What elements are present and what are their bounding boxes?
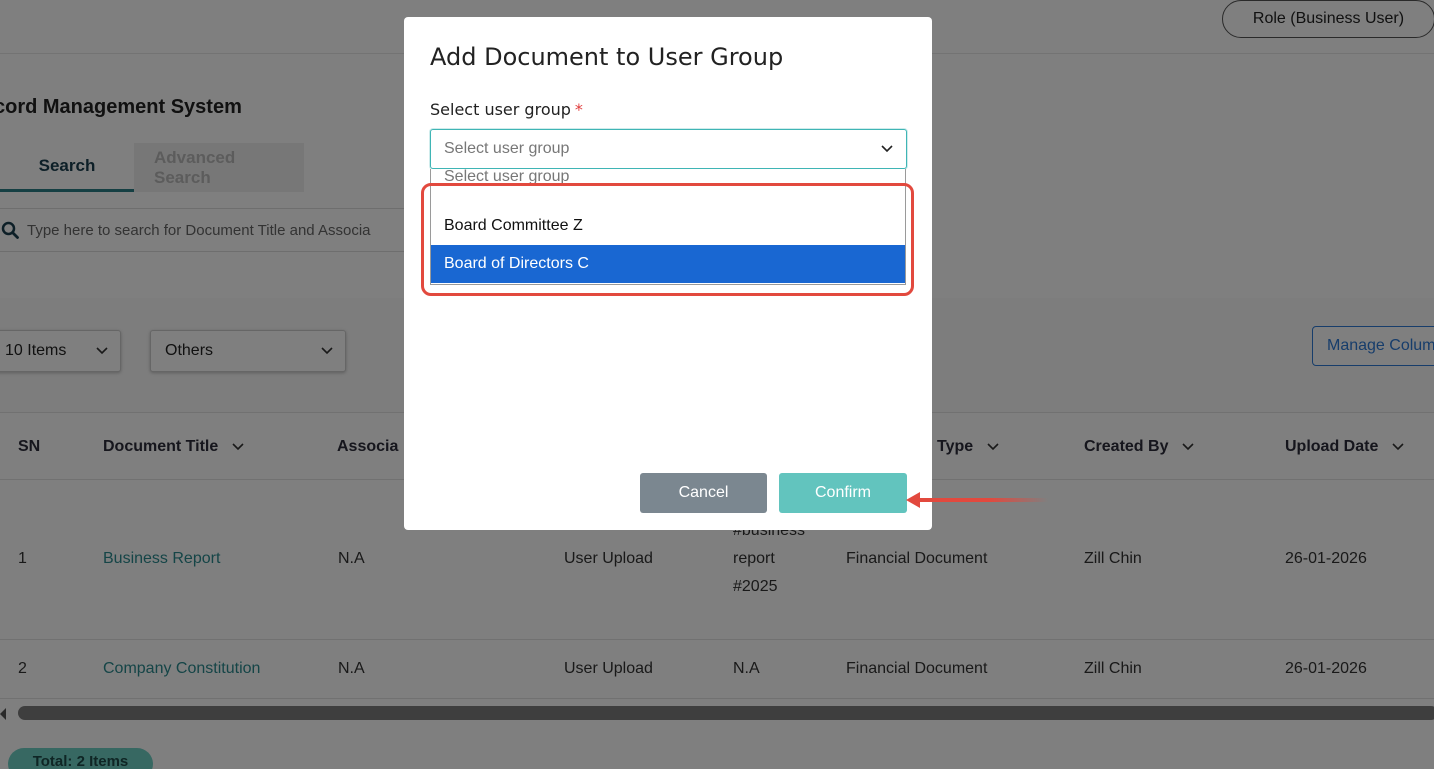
annotation-arrow-head	[906, 492, 920, 508]
modal-title: Add Document to User Group	[430, 43, 784, 71]
annotation-arrow	[918, 498, 1048, 502]
confirm-button[interactable]: Confirm	[779, 473, 907, 513]
cancel-button[interactable]: Cancel	[640, 473, 767, 513]
chevron-down-icon	[881, 145, 893, 153]
user-group-select[interactable]: Select user group	[430, 129, 907, 169]
select-placeholder: Select user group	[444, 140, 570, 157]
annotation-highlight-box	[421, 183, 914, 296]
required-asterisk: *	[574, 100, 583, 119]
user-group-label: Select user group *	[430, 100, 583, 119]
label-text: Select user group	[430, 100, 571, 119]
